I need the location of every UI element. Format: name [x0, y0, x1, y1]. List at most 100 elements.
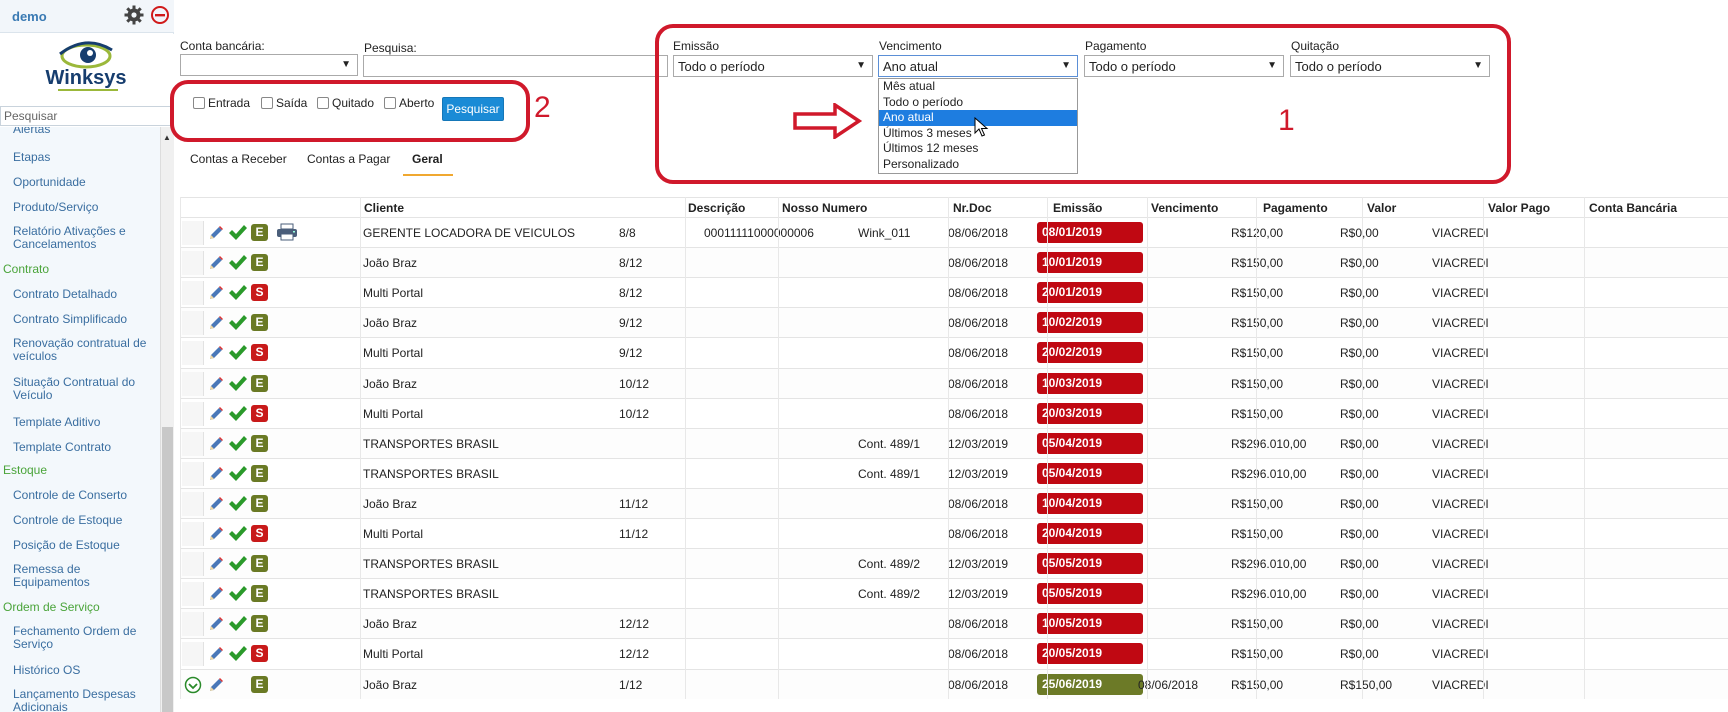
edit-pencil-icon[interactable] [207, 465, 225, 486]
edit-pencil-icon[interactable] [207, 284, 225, 305]
active-tab-indicator [403, 174, 453, 176]
sidebar-item[interactable]: Alertas [13, 127, 159, 136]
table-row[interactable]: E João Braz 12/12 08/06/2018 10/05/2019 R$150… [180, 608, 1728, 639]
row-select-cell[interactable] [182, 431, 204, 456]
row-select-cell[interactable] [182, 371, 204, 396]
table-row[interactable]: E GERENTE LOCADORA DE VEICULOS 8/8 00011111… [180, 217, 1728, 247]
row-select-cell[interactable] [182, 612, 204, 637]
row-select-cell[interactable] [182, 311, 204, 336]
sidebar-item[interactable]: Renovação contratual de veículos [13, 337, 159, 363]
row-select-cell[interactable] [182, 552, 204, 577]
edit-pencil-icon[interactable] [207, 344, 225, 365]
table-row[interactable]: E João Braz 8/12 08/06/2018 10/01/2019 R$150,… [180, 247, 1728, 278]
edit-pencil-icon[interactable] [207, 375, 225, 396]
cell-valor: R$150,00 [1231, 496, 1284, 511]
table-row[interactable]: S Multi Portal 12/12 08/06/2018 20/05/2019 R$… [180, 638, 1728, 668]
row-select-cell[interactable] [182, 251, 204, 276]
edit-pencil-icon[interactable] [207, 435, 225, 456]
table-row[interactable]: E João Braz 10/12 08/06/2018 10/03/2019 R$150… [180, 367, 1728, 398]
expand-icon[interactable] [184, 676, 202, 697]
table-row[interactable]: E João Braz 9/12 08/06/2018 10/02/2019 R$150,… [180, 307, 1728, 338]
sidebar-item[interactable]: Relatório Ativações e Cancelamentos [13, 225, 159, 251]
scrollbar-thumb[interactable] [162, 427, 173, 712]
check-icon[interactable] [228, 465, 248, 486]
check-icon[interactable] [228, 284, 248, 305]
check-icon[interactable] [228, 645, 248, 666]
row-select-cell[interactable] [182, 341, 204, 366]
table-row[interactable]: E TRANSPORTES BRASIL Cont. 489/2 12/03/2019… [180, 548, 1728, 579]
check-icon[interactable] [228, 555, 248, 576]
check-icon[interactable] [228, 344, 248, 365]
edit-pencil-icon[interactable] [207, 525, 225, 546]
sidebar-item[interactable]: Contrato Simplificado [13, 313, 159, 326]
edit-pencil-icon[interactable] [207, 495, 225, 516]
check-icon[interactable] [228, 405, 248, 426]
check-icon[interactable] [228, 314, 248, 335]
tab-contas-pagar[interactable]: Contas a Pagar [307, 152, 390, 166]
edit-pencil-icon[interactable] [207, 585, 225, 606]
edit-pencil-icon[interactable] [207, 615, 225, 636]
sidebar-item[interactable]: Histórico OS [13, 664, 159, 677]
edit-pencil-icon[interactable] [207, 224, 225, 245]
sidebar-search-input[interactable] [0, 106, 174, 126]
sidebar-item[interactable]: Remessa de Equipamentos [13, 563, 159, 589]
table-row[interactable]: E João Braz 1/12 08/06/2018 25/06/2019 08/06/… [180, 668, 1728, 699]
table-row[interactable]: E TRANSPORTES BRASIL Cont. 489/1 12/03/2019… [180, 427, 1728, 458]
row-select-cell[interactable] [182, 281, 204, 306]
sidebar-item[interactable]: Contrato Detalhado [13, 288, 159, 301]
row-select-cell[interactable] [182, 221, 204, 245]
edit-pencil-icon[interactable] [207, 645, 225, 666]
cell-cliente: TRANSPORTES BRASIL [363, 587, 499, 602]
row-select-cell[interactable] [182, 522, 204, 546]
row-select-cell[interactable] [182, 401, 204, 426]
check-icon[interactable] [228, 495, 248, 516]
edit-pencil-icon[interactable] [207, 405, 225, 426]
gear-icon[interactable] [124, 5, 144, 25]
sidebar-item[interactable]: Situação Contratual do Veículo [13, 376, 159, 402]
printer-icon[interactable] [276, 223, 298, 244]
sidebar-item[interactable]: Lançamento Despesas Adicionais [13, 688, 159, 712]
user-name[interactable]: demo [12, 9, 47, 24]
table-row[interactable]: S Multi Portal 11/12 08/06/2018 20/04/2019 R$… [180, 518, 1728, 548]
table-row[interactable]: S Multi Portal 8/12 08/06/2018 20/01/2019 R$1… [180, 277, 1728, 307]
check-icon[interactable] [228, 525, 248, 546]
logout-icon[interactable] [150, 5, 170, 25]
sidebar-item[interactable]: Produto/Serviço [13, 201, 159, 214]
table-row[interactable]: S Multi Portal 10/12 08/06/2018 20/03/2019 R$… [180, 397, 1728, 428]
check-icon[interactable] [228, 224, 248, 245]
row-select-cell[interactable] [182, 582, 204, 607]
tab-contas-receber[interactable]: Contas a Receber [190, 152, 287, 166]
edit-pencil-icon[interactable] [207, 676, 225, 697]
conta-select[interactable]: ▼ [180, 54, 358, 76]
entrada-badge: E [251, 314, 268, 332]
edit-pencil-icon[interactable] [207, 254, 225, 275]
edit-pencil-icon[interactable] [207, 555, 225, 576]
sidebar-item[interactable]: Fechamento Ordem de Serviço [13, 625, 159, 651]
vencimento-badge: 10/02/2019 [1037, 312, 1143, 334]
check-icon[interactable] [228, 254, 248, 275]
table-row[interactable]: E João Braz 11/12 08/06/2018 10/04/2019 R$150… [180, 487, 1728, 518]
row-select-cell[interactable] [182, 461, 204, 486]
edit-pencil-icon[interactable] [207, 314, 225, 335]
sidebar-item[interactable]: Controle de Conserto [13, 489, 159, 502]
sidebar-item[interactable]: Controle de Estoque [13, 514, 159, 527]
check-icon[interactable] [228, 615, 248, 636]
sidebar-item[interactable]: Oportunidade [13, 176, 159, 189]
check-icon[interactable] [228, 585, 248, 606]
check-icon[interactable] [228, 375, 248, 396]
tab-geral[interactable]: Geral [412, 152, 443, 166]
table-row[interactable]: E TRANSPORTES BRASIL Cont. 489/2 12/03/2019… [180, 578, 1728, 608]
annotation-label-2: 2 [534, 91, 551, 124]
sidebar-item[interactable]: Posição de Estoque [13, 539, 159, 552]
scroll-up-icon[interactable]: ▲ [163, 134, 171, 142]
table-row[interactable]: E TRANSPORTES BRASIL Cont. 489/1 12/03/2019… [180, 457, 1728, 488]
check-icon[interactable] [228, 435, 248, 456]
sidebar-item[interactable]: Template Aditivo [13, 416, 159, 429]
row-select-cell[interactable] [182, 491, 204, 516]
sidebar-item[interactable]: Etapas [13, 151, 159, 164]
sidebar-item[interactable]: Template Contrato [13, 441, 159, 454]
sidebar-scrollbar[interactable]: ▲ [160, 127, 174, 712]
table-row[interactable]: S Multi Portal 9/12 08/06/2018 20/02/2019 R$1… [180, 337, 1728, 367]
pesquisa-input[interactable] [363, 55, 668, 77]
row-select-cell[interactable] [182, 642, 204, 667]
